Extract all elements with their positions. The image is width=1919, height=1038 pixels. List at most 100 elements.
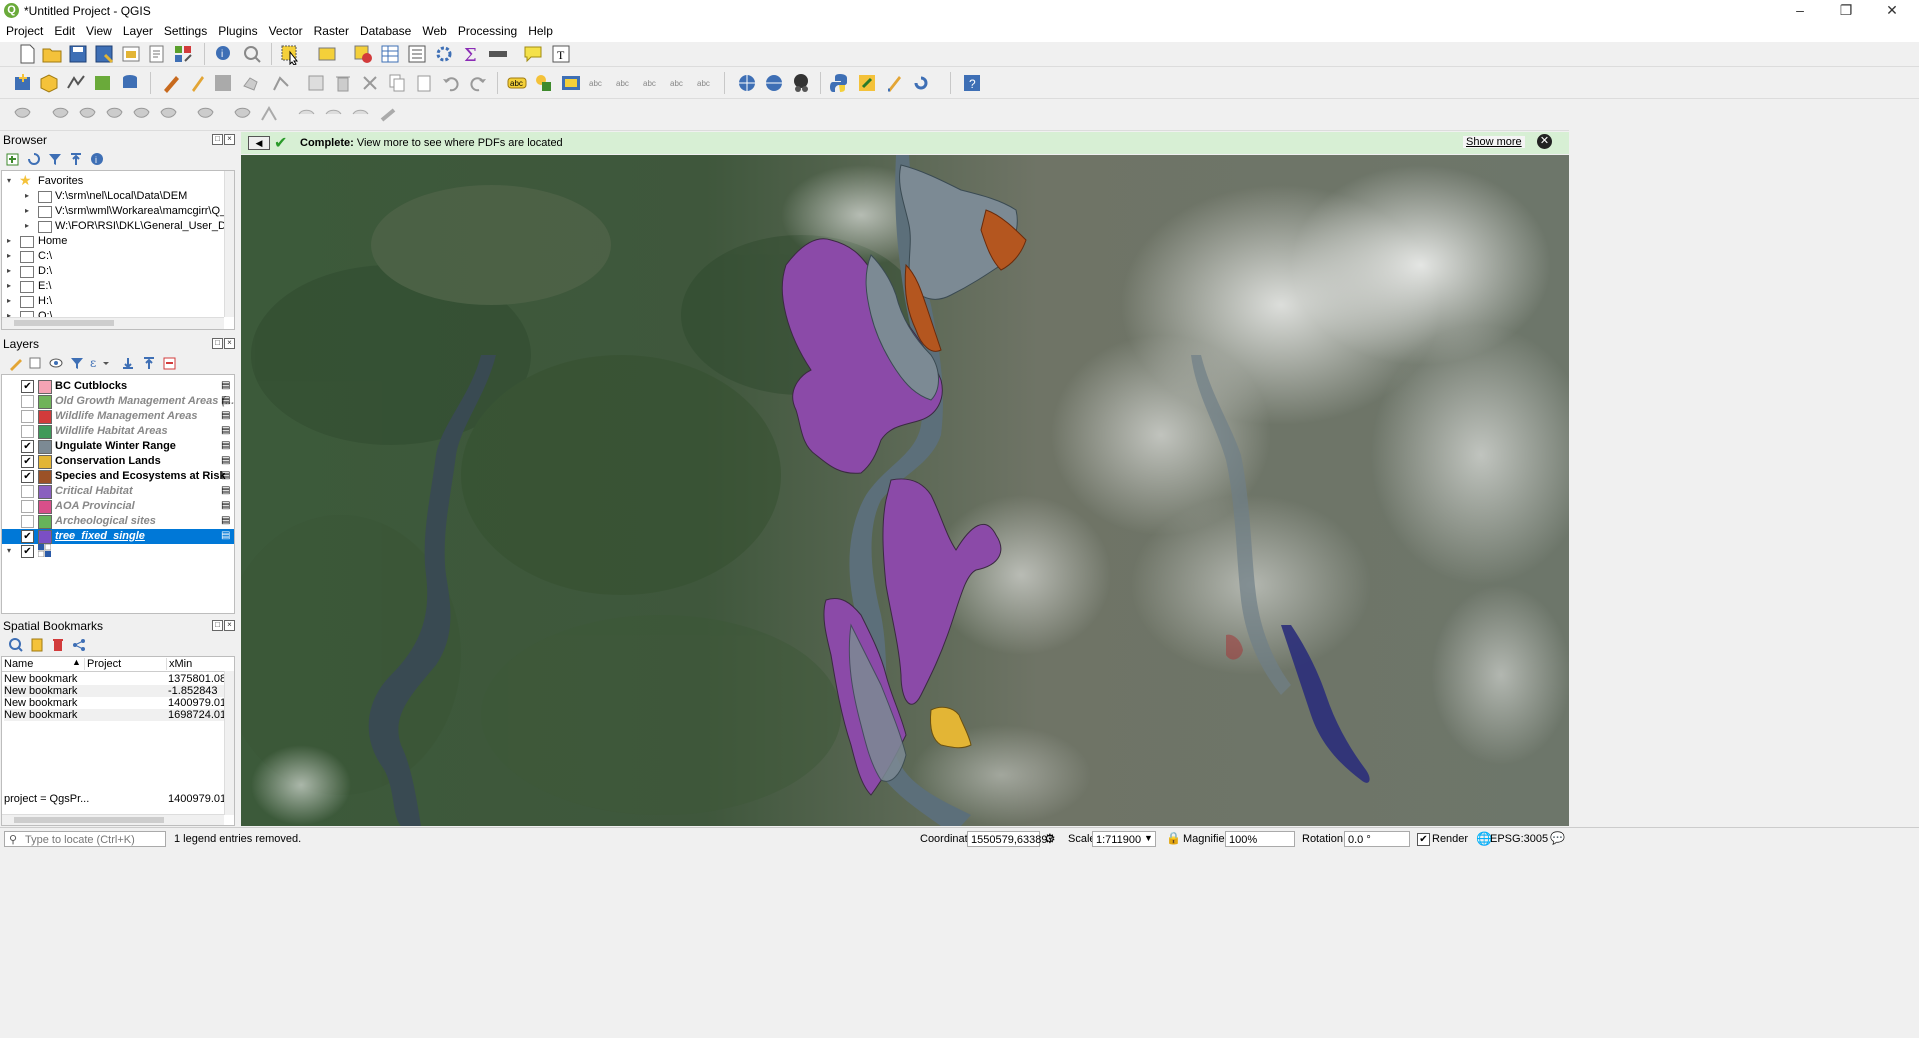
edit-tool-icon[interactable]	[883, 72, 905, 94]
filter-indicator-icon[interactable]: ▤	[221, 395, 230, 406]
expand-all-icon[interactable]	[120, 355, 136, 371]
add-group-icon[interactable]	[27, 355, 43, 371]
browser-item-home[interactable]: ▸ Home	[2, 234, 224, 249]
text-annotation-icon[interactable]: T	[550, 43, 572, 65]
layer-visibility-checkbox[interactable]: ✔	[21, 545, 34, 558]
menu-layer[interactable]: Layer	[118, 22, 158, 40]
close-message-icon[interactable]: ✕	[1537, 134, 1552, 149]
rotate-label-icon[interactable]: abc	[668, 72, 690, 94]
filter-indicator-icon[interactable]: ▤	[221, 410, 230, 421]
undo-icon[interactable]	[440, 72, 462, 94]
modify-attributes-icon[interactable]	[305, 72, 327, 94]
split-features-icon[interactable]	[232, 104, 254, 126]
browser-vscrollbar[interactable]	[224, 171, 234, 317]
layer-row-critical-habitat[interactable]: Critical Habitat ▤	[2, 484, 234, 499]
paste-features-icon[interactable]	[413, 72, 435, 94]
layer-symbol-swatch[interactable]	[38, 425, 52, 439]
filter-indicator-icon[interactable]: ▤	[221, 485, 230, 496]
layer-symbol-swatch[interactable]	[38, 440, 52, 454]
add-vector-layer-icon[interactable]	[65, 72, 87, 94]
layer-visibility-checkbox[interactable]	[21, 410, 34, 423]
browser-item-folder[interactable]: ▸ W:\FOR\RSI\DKL\General_User_Data\ela	[2, 219, 234, 234]
messages-icon[interactable]: 💬	[1550, 831, 1565, 845]
filter-indicator-icon[interactable]: ▤	[221, 380, 230, 391]
layer-row-aoa[interactable]: AOA Provincial ▤	[2, 499, 234, 514]
add-wms-icon[interactable]	[736, 72, 758, 94]
measure-icon[interactable]	[241, 43, 263, 65]
menu-settings[interactable]: Settings	[159, 22, 212, 40]
fill-ring-icon[interactable]	[77, 104, 99, 126]
add-layers-icon[interactable]	[5, 151, 21, 167]
layer-row-conservation[interactable]: ✔ Conservation Lands ▤	[2, 454, 234, 469]
merge-attributes-icon[interactable]	[323, 104, 345, 126]
menu-database[interactable]: Database	[355, 22, 416, 40]
filter-expression-icon[interactable]: ε	[89, 355, 111, 371]
browser-item-drive[interactable]: ▸ E:\	[2, 279, 224, 294]
layer-visibility-checkbox[interactable]	[21, 395, 34, 408]
layer-visibility-checkbox[interactable]	[21, 425, 34, 438]
refresh-icon[interactable]	[910, 72, 932, 94]
filter-indicator-icon[interactable]: ▤	[221, 425, 230, 436]
print-layout-icon[interactable]	[120, 43, 142, 65]
new-project-icon[interactable]	[16, 43, 38, 65]
add-part-icon[interactable]	[50, 104, 72, 126]
menu-plugins[interactable]: Plugins	[213, 22, 262, 40]
split-parts-icon[interactable]	[259, 104, 281, 126]
restore-icon[interactable]: ❐	[1823, 0, 1869, 22]
change-label-icon[interactable]: abc	[695, 72, 717, 94]
deselect-all-icon[interactable]	[352, 43, 374, 65]
filter-indicator-icon[interactable]: ▤	[221, 530, 230, 541]
layout-manager-icon[interactable]	[146, 43, 168, 65]
browser-item-drive[interactable]: ▸ H:\	[2, 294, 224, 309]
offset-symbols-icon[interactable]	[377, 104, 399, 126]
data-source-manager-icon[interactable]	[12, 72, 34, 94]
filter-indicator-icon[interactable]: ▤	[221, 500, 230, 511]
layer-visibility-checkbox[interactable]: ✔	[21, 530, 34, 543]
processing-toolbox-icon[interactable]	[433, 43, 455, 65]
toggle-extents-icon[interactable]: ⚙	[1044, 831, 1056, 847]
pin-labels-icon[interactable]: abc	[587, 72, 609, 94]
add-raster-icon[interactable]	[92, 72, 114, 94]
table-row[interactable]: New bookmark 1698724.0166	[4, 709, 234, 721]
menu-help[interactable]: Help	[523, 22, 558, 40]
filter-indicator-icon[interactable]: ▤	[221, 470, 230, 481]
add-ring-icon[interactable]	[12, 104, 34, 126]
layer-symbol-swatch[interactable]	[38, 530, 52, 544]
layer-row-archeological[interactable]: Archeological sites ▤	[2, 514, 234, 529]
select-features-icon[interactable]	[279, 43, 301, 66]
menu-web[interactable]: Web	[417, 22, 451, 40]
layer-row-old-growth[interactable]: Old Growth Management Areas (... ▤	[2, 394, 234, 409]
menu-processing[interactable]: Processing	[453, 22, 522, 40]
collapse-all-icon[interactable]	[68, 151, 84, 167]
layer-visibility-checkbox[interactable]	[21, 500, 34, 513]
statistics-icon[interactable]: Σ	[460, 43, 482, 66]
copy-features-icon[interactable]	[386, 72, 408, 94]
layer-row-bc-cutblocks[interactable]: ✔ BC Cutblocks ▤	[2, 379, 234, 394]
map-canvas[interactable]	[241, 155, 1569, 826]
browser-item-folder[interactable]: ▸ V:\srm\wml\Workarea\mamcgirr\Q_ur	[2, 204, 234, 219]
delete-ring-icon[interactable]	[104, 104, 126, 126]
remove-layer-icon[interactable]	[162, 355, 178, 371]
filter-indicator-icon[interactable]: ▤	[221, 515, 230, 526]
table-row[interactable]: New bookmark 1375801.0810	[4, 673, 234, 685]
layer-symbol-swatch[interactable]	[38, 485, 52, 499]
python-console-icon[interactable]	[829, 72, 851, 94]
table-row[interactable]: New bookmark 1400979.0149	[4, 697, 234, 709]
layer-symbol-swatch[interactable]	[38, 455, 52, 469]
col-header-xmin[interactable]: xMin	[166, 658, 192, 670]
layer-symbol-swatch[interactable]	[38, 470, 52, 484]
add-wfs-icon[interactable]	[763, 72, 785, 94]
new-bookmark-icon[interactable]	[29, 637, 45, 653]
close-icon[interactable]: ✕	[1869, 0, 1915, 22]
layer-visibility-checkbox[interactable]: ✔	[21, 380, 34, 393]
menu-edit[interactable]: Edit	[49, 22, 80, 40]
delete-selected-icon[interactable]	[332, 72, 354, 94]
current-edits-icon[interactable]	[160, 72, 182, 94]
browser-item-folder[interactable]: ▸ V:\srm\nel\Local\Data\DEM	[2, 189, 224, 204]
offset-curve-icon[interactable]	[195, 104, 217, 126]
render-checkbox[interactable]: ✔	[1417, 833, 1430, 846]
measure-line-icon[interactable]	[487, 43, 509, 65]
merge-features-icon[interactable]	[296, 104, 318, 126]
table-row[interactable]: project = QgsPr... 1400979.0149	[4, 793, 234, 805]
menu-view[interactable]: View	[81, 22, 117, 40]
